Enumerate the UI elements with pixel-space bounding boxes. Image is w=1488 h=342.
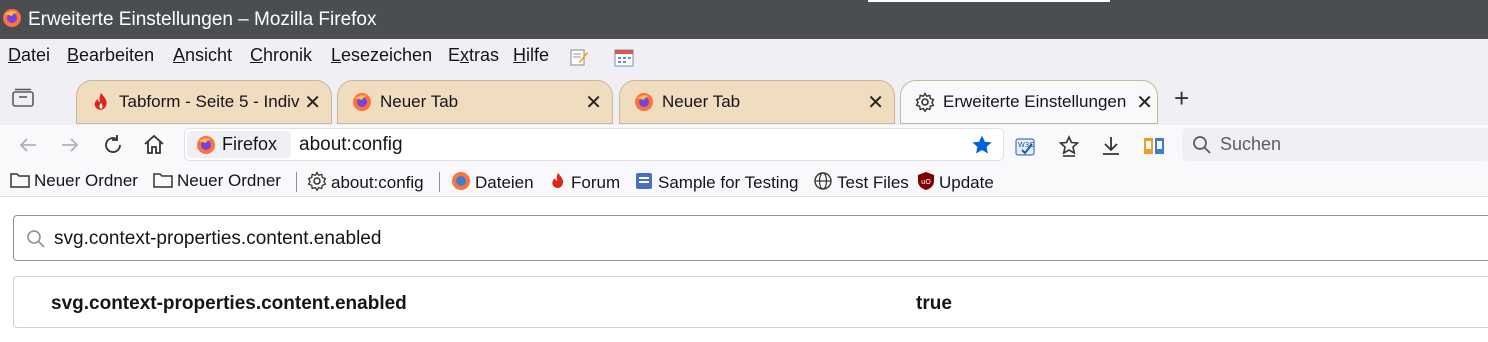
globe-icon [814, 172, 832, 190]
bookmark-label: Forum [571, 173, 621, 192]
folder-icon [10, 173, 30, 188]
bookmark-test-files[interactable]: Test Files [813, 171, 909, 193]
flame-icon [91, 92, 111, 112]
firefox-icon [196, 135, 216, 155]
download-icon[interactable] [1099, 134, 1123, 158]
firefox-icon [634, 92, 654, 112]
gear-icon [915, 92, 935, 112]
menu-extras[interactable]: Extras [448, 45, 499, 66]
identity-box[interactable]: Firefox [187, 131, 291, 158]
home-button[interactable] [142, 133, 168, 159]
tab-neuer-tab-2[interactable]: Neuer Tab ✕ [619, 80, 895, 124]
document-icon [636, 173, 652, 189]
notepad-icon[interactable] [569, 47, 589, 67]
search-placeholder: Suchen [1220, 134, 1282, 154]
reload-button[interactable] [101, 133, 127, 159]
search-icon [1192, 135, 1212, 155]
ublock-icon: uO [918, 172, 934, 190]
bookmark-label: Neuer Ordner [34, 171, 138, 190]
tab-label: Tabform - Seite 5 - Indiv [119, 92, 300, 111]
config-search-value: svg.context-properties.content.enabled [54, 228, 382, 249]
menu-hilfe[interactable]: Hilfe [513, 45, 549, 66]
bookmark-about-config[interactable]: about:config [307, 171, 424, 193]
firefox-icon [2, 8, 22, 28]
menu-ansicht[interactable]: Ansicht [173, 45, 232, 66]
tab-close-icon[interactable]: ✕ [585, 90, 602, 115]
bookmark-dateien[interactable]: Dateien [451, 171, 534, 193]
svg-text:uO: uO [921, 178, 931, 186]
firefox-icon [452, 172, 470, 190]
tab-tabform[interactable]: Tabform - Seite 5 - Indiv ✕ [76, 80, 332, 124]
bookmark-neuer-ordner-1[interactable]: Neuer Ordner [10, 171, 138, 191]
search-icon [26, 229, 46, 249]
back-button[interactable] [16, 133, 42, 159]
bookmark-star-icon[interactable] [971, 134, 993, 156]
url-bar[interactable]: Firefox about:config [184, 128, 1004, 161]
new-tab-button[interactable]: + [1174, 83, 1189, 114]
tab-overview-icon[interactable] [12, 88, 34, 108]
firefox-icon [352, 92, 372, 112]
bookmark-label: Dateien [475, 173, 534, 192]
forward-button[interactable] [58, 133, 84, 159]
bookmark-separator [296, 172, 297, 192]
tab-close-icon[interactable]: ✕ [867, 90, 884, 115]
pref-value[interactable]: true [916, 293, 952, 315]
bookmark-label: about:config [331, 173, 424, 192]
pref-name: svg.context-properties.content.enabled [51, 293, 407, 314]
titlebar-highlight [868, 0, 1110, 2]
tab-bar: Tabform - Seite 5 - Indiv ✕ Neuer Tab ✕ … [0, 73, 1488, 125]
window-titlebar: Erweiterte Einstellungen – Mozilla Firef… [0, 0, 1488, 39]
menu-chronik[interactable]: Chronik [250, 45, 312, 66]
navigation-bar: Firefox about:config W3C Suchen [0, 125, 1488, 167]
folder-icon [153, 173, 173, 188]
bookmark-update[interactable]: uO Update [917, 171, 994, 193]
tab-label: Neuer Tab [380, 92, 459, 111]
w3c-validator-icon[interactable]: W3C [1013, 134, 1037, 158]
window-title: Erweiterte Einstellungen – Mozilla Firef… [28, 9, 377, 30]
url-text[interactable]: about:config [299, 134, 403, 156]
menu-lesezeichen[interactable]: Lesezeichen [331, 45, 432, 66]
flame-icon [552, 172, 564, 188]
bookmark-neuer-ordner-2[interactable]: Neuer Ordner [153, 171, 281, 191]
config-search-input[interactable]: svg.context-properties.content.enabled [13, 215, 1488, 261]
bookmark-label: Neuer Ordner [177, 171, 281, 190]
star-list-icon[interactable] [1057, 134, 1081, 158]
search-bar[interactable]: Suchen [1182, 128, 1488, 161]
tab-label: Neuer Tab [662, 92, 741, 111]
tab-close-icon[interactable]: ✕ [1136, 90, 1153, 115]
bookmark-separator [439, 172, 440, 192]
menu-bearbeiten[interactable]: Bearbeiten [67, 45, 154, 66]
extension-icon[interactable] [1142, 134, 1166, 158]
bookmark-label: Test Files [837, 173, 909, 192]
menu-datei[interactable]: Datei [8, 45, 50, 66]
menu-bar: Datei Bearbeiten Ansicht Chronik Lesezei… [0, 39, 1488, 73]
gear-icon [307, 171, 327, 191]
tab-label: Erweiterte Einstellungen [943, 92, 1127, 111]
pref-row[interactable]: svg.context-properties.content.enabled t… [13, 276, 1488, 328]
tab-close-icon[interactable]: ✕ [304, 90, 321, 115]
identity-label: Firefox [222, 134, 278, 154]
bookmark-forum[interactable]: Forum [549, 171, 620, 193]
calendar-icon[interactable] [613, 46, 635, 68]
bookmarks-bar: Neuer Ordner Neuer Ordner about:config D… [0, 167, 1488, 197]
bookmark-label: Update [939, 173, 994, 192]
tab-neuer-tab-1[interactable]: Neuer Tab ✕ [337, 80, 613, 124]
bookmark-sample-for-testing[interactable]: Sample for Testing [634, 171, 798, 193]
bookmark-label: Sample for Testing [658, 173, 799, 192]
tab-erweiterte-einstellungen[interactable]: Erweiterte Einstellungen ✕ [900, 80, 1158, 124]
